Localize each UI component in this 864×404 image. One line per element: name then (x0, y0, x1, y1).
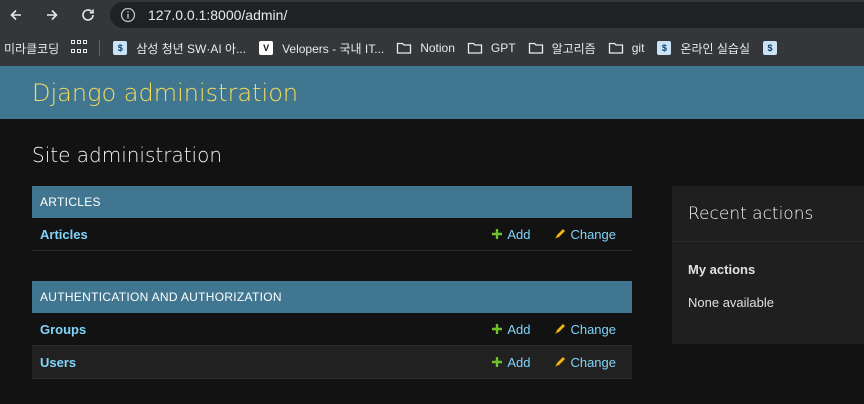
site-header: Django administration (0, 66, 864, 119)
model-link-users[interactable]: Users (40, 355, 491, 370)
ssafy-favicon: $ (762, 40, 778, 56)
folder-icon (528, 40, 544, 56)
bookmark-folder-algorithm[interactable]: 알고리즘 (522, 34, 602, 62)
module-caption-label: ARTICLES (40, 195, 101, 209)
bookmark-velopers[interactable]: V Velopers - 국내 IT... (252, 34, 390, 62)
address-bar[interactable]: 127.0.0.1:8000/admin/ (110, 2, 864, 28)
site-brand-link[interactable]: Django administration (32, 79, 298, 107)
plus-icon (492, 324, 503, 334)
bookmark-overflow[interactable]: $ (756, 34, 792, 62)
recent-actions-panel: Recent actions My actions None available (672, 186, 864, 344)
module-caption-auth[interactable]: AUTHENTICATION AND AUTHORIZATION (32, 281, 632, 313)
add-label: Add (507, 321, 531, 337)
bookmark-miracle-coding[interactable]: 미라클코딩 (0, 34, 65, 62)
recent-actions-title: Recent actions (672, 186, 864, 242)
change-users-link[interactable]: Change (554, 355, 616, 370)
bookmark-label: 미라클코딩 (4, 41, 60, 56)
my-actions-heading: My actions (688, 262, 756, 277)
page-title: Site administration (32, 143, 223, 167)
bookmark-label: 삼성 청년 SW·AI 아... (136, 41, 247, 56)
bookmark-online-lab[interactable]: $ 온라인 실습실 (650, 34, 756, 62)
site-info-icon[interactable] (120, 7, 136, 23)
bookmark-apps[interactable] (65, 34, 93, 62)
folder-icon (608, 40, 624, 56)
apps-grid-icon (71, 40, 88, 56)
bookmark-folder-notion[interactable]: Notion (390, 34, 461, 62)
plus-icon (492, 229, 503, 239)
recent-actions-empty: None available (688, 295, 775, 310)
module-auth: AUTHENTICATION AND AUTHORIZATION Groups … (32, 281, 632, 379)
bookmark-label: 온라인 실습실 (680, 41, 750, 56)
bookmark-ssafy[interactable]: $ 삼성 청년 SW·AI 아... (106, 34, 252, 62)
add-label: Add (507, 226, 531, 242)
change-articles-link[interactable]: Change (554, 227, 616, 242)
forward-button[interactable] (40, 3, 64, 27)
url-text: 127.0.0.1:8000/admin/ (148, 7, 288, 23)
table-row: Groups Add Change (32, 313, 632, 346)
change-label: Change (570, 354, 616, 370)
bookmark-folder-git[interactable]: git (602, 34, 651, 62)
bookmark-label: Notion (420, 41, 455, 55)
bookmark-label: GPT (490, 41, 516, 55)
table-row: Articles Add Change (32, 218, 632, 251)
bookmarks-divider (99, 40, 101, 56)
main-content: Site administration ARTICLES Articles Ad… (0, 119, 864, 404)
bookmark-folder-gpt[interactable]: GPT (461, 34, 522, 62)
browser-toolbar: 127.0.0.1:8000/admin/ (0, 0, 864, 30)
pencil-icon (555, 324, 566, 334)
folder-icon (396, 40, 412, 56)
bookmarks-bar: 미라클코딩 $ 삼성 청년 SW·AI 아... V Velopers - 국내… (0, 30, 864, 66)
module-caption-articles[interactable]: ARTICLES (32, 186, 632, 218)
arrow-right-icon (47, 9, 58, 21)
ssafy-favicon: $ (112, 40, 128, 56)
table-row: Users Add Change (32, 346, 632, 379)
reload-button[interactable] (76, 3, 100, 27)
arrow-left-icon (10, 9, 21, 21)
add-label: Add (507, 354, 531, 370)
bookmark-label: git (631, 41, 645, 55)
velopers-favicon: V (258, 40, 274, 56)
folder-icon (467, 40, 483, 56)
model-link-articles[interactable]: Articles (40, 227, 491, 242)
change-label: Change (570, 321, 616, 337)
bookmark-label: Velopers - 국내 IT... (282, 41, 385, 56)
model-link-groups[interactable]: Groups (40, 322, 491, 337)
pencil-icon (555, 357, 566, 367)
module-caption-label: AUTHENTICATION AND AUTHORIZATION (40, 290, 282, 304)
ssafy-favicon: $ (656, 40, 672, 56)
change-label: Change (570, 226, 616, 242)
module-articles: ARTICLES Articles Add Change (32, 186, 632, 251)
add-articles-link[interactable]: Add (491, 227, 530, 242)
reload-icon (82, 9, 94, 21)
add-groups-link[interactable]: Add (491, 322, 530, 337)
change-groups-link[interactable]: Change (554, 322, 616, 337)
plus-icon (492, 357, 503, 367)
bookmark-label: 알고리즘 (551, 41, 596, 56)
back-button[interactable] (4, 3, 28, 27)
pencil-icon (555, 229, 566, 239)
add-users-link[interactable]: Add (491, 355, 530, 370)
